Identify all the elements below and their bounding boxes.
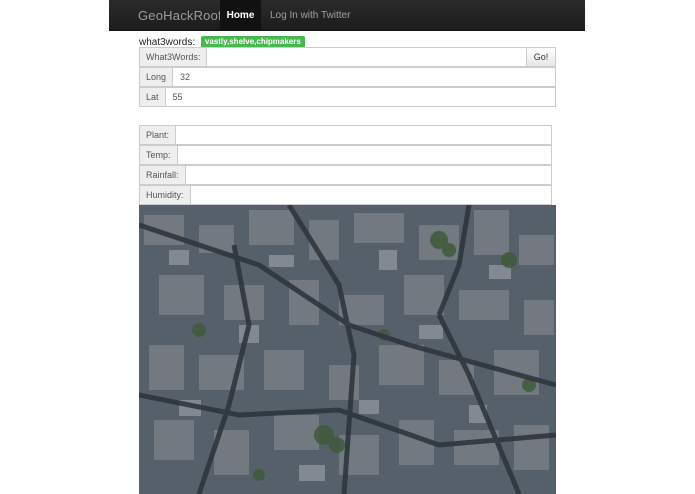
long-label: Long — [139, 67, 174, 87]
screenshot-stage: GeoHackRoofs Home Log In with Twitter wh… — [0, 0, 695, 494]
plant-input[interactable] — [176, 125, 552, 145]
what3words-input-label: What3Words: — [139, 47, 208, 67]
plant-label: Plant: — [139, 125, 177, 145]
long-input-group: Long 32 — [139, 67, 556, 87]
lat-input-group: Lat 55 — [139, 87, 556, 107]
what3words-input[interactable] — [207, 47, 527, 67]
humidity-label: Humidity: — [139, 185, 191, 205]
rainfall-input[interactable] — [185, 165, 552, 185]
what3words-input-group: What3Words: Go! — [139, 47, 556, 67]
aerial-map[interactable] — [139, 205, 556, 494]
rainfall-input-group: Rainfall: — [139, 165, 552, 185]
temp-label: Temp: — [139, 145, 178, 165]
page-container: GeoHackRoofs Home Log In with Twitter wh… — [109, 0, 585, 494]
lat-input[interactable]: 55 — [165, 87, 556, 107]
top-navbar: GeoHackRoofs Home Log In with Twitter — [109, 0, 585, 31]
nav-home-link[interactable]: Home — [220, 0, 261, 31]
go-button[interactable]: Go! — [527, 47, 556, 67]
brand-link[interactable]: GeoHackRoofs — [138, 8, 229, 23]
plant-input-group: Plant: — [139, 125, 552, 145]
left-margin — [0, 0, 109, 494]
nav-login-twitter-link[interactable]: Log In with Twitter — [270, 0, 350, 31]
long-input[interactable]: 32 — [173, 67, 556, 87]
aerial-map-image — [139, 205, 556, 494]
temp-input-group: Temp: — [139, 145, 552, 165]
temp-input[interactable] — [177, 145, 552, 165]
humidity-input-group: Humidity: — [139, 185, 552, 205]
right-margin — [585, 0, 695, 494]
humidity-input[interactable] — [190, 185, 552, 205]
rainfall-label: Rainfall: — [139, 165, 186, 185]
lat-label: Lat — [139, 87, 166, 107]
